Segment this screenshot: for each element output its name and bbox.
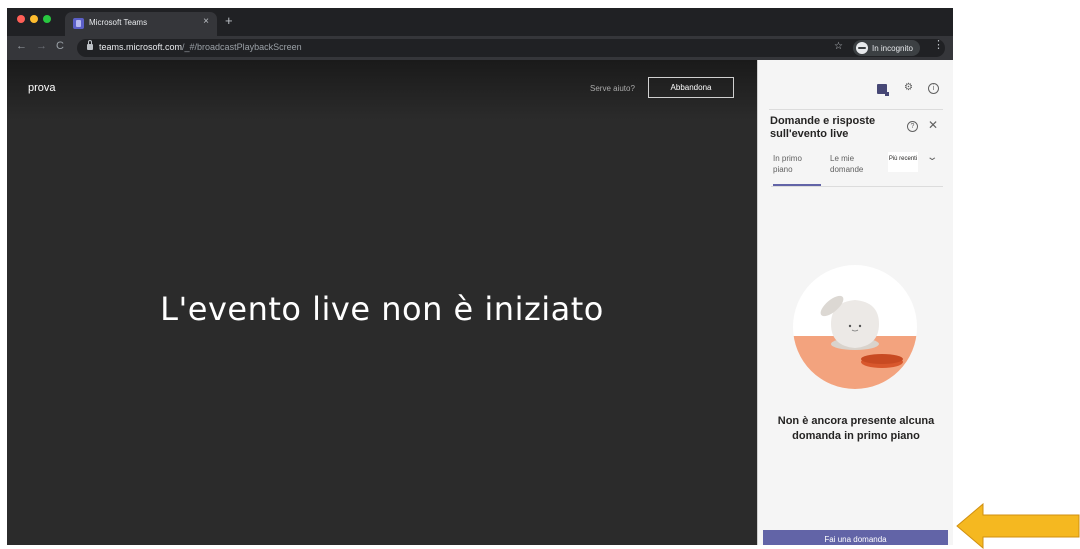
forward-icon[interactable]: →: [36, 40, 47, 52]
help-link[interactable]: Serve aiuto?: [590, 84, 635, 93]
minimize-window-button[interactable]: [30, 15, 38, 23]
help-icon[interactable]: ?: [907, 121, 918, 132]
tab-divider: [771, 186, 943, 187]
teams-favicon-icon: [73, 18, 84, 29]
new-tab-button[interactable]: +: [225, 13, 233, 28]
yellow-arrow-annotation: [956, 503, 1080, 549]
close-window-button[interactable]: [17, 15, 25, 23]
tab-my-questions[interactable]: Le mie domande: [830, 153, 880, 175]
maximize-window-button[interactable]: [43, 15, 51, 23]
qna-panel: ⚙ i Domande e risposte sull'evento live …: [757, 60, 953, 545]
chevron-down-icon[interactable]: ⌄: [926, 152, 938, 163]
reload-icon[interactable]: C: [56, 40, 64, 52]
browser-window: Microsoft Teams × + ← → C teams.microsof…: [7, 8, 953, 545]
incognito-indicator[interactable]: In incognito: [853, 40, 920, 56]
url-text: teams.microsoft.com/_#/broadcastPlayback…: [99, 42, 302, 52]
info-icon[interactable]: i: [928, 83, 939, 94]
empty-state-illustration: [793, 265, 917, 389]
close-icon[interactable]: ✕: [928, 118, 938, 132]
stage-header: [7, 60, 757, 120]
tab-close-icon[interactable]: ×: [203, 16, 209, 27]
lock-icon: [87, 40, 93, 50]
tab-title: Microsoft Teams: [89, 18, 148, 27]
star-icon[interactable]: ☆: [834, 41, 843, 52]
tab-featured[interactable]: In primo piano: [773, 153, 823, 175]
incognito-label: In incognito: [872, 43, 913, 53]
sort-dropdown[interactable]: Più recenti: [888, 152, 918, 172]
panel-divider: [769, 109, 943, 110]
url-path: /_#/broadcastPlaybackScreen: [182, 42, 302, 52]
toolbar: ← → C teams.microsoft.com/_#/broadcastPl…: [7, 36, 953, 60]
tab-bar: Microsoft Teams × +: [7, 8, 953, 36]
qna-icon[interactable]: [877, 84, 889, 96]
empty-state-message: Non è ancora presente alcuna domanda in …: [777, 415, 935, 442]
teams-page: prova Serve aiuto? Abbandona L'evento li…: [7, 60, 953, 545]
address-bar[interactable]: teams.microsoft.com/_#/broadcastPlayback…: [77, 39, 945, 57]
gear-icon[interactable]: ⚙: [904, 82, 913, 93]
event-title: prova: [28, 82, 56, 94]
menu-icon[interactable]: ⋮: [933, 38, 944, 51]
back-icon[interactable]: ←: [16, 40, 27, 52]
leave-button[interactable]: Abbandona: [648, 77, 734, 98]
video-stage: prova Serve aiuto? Abbandona L'evento li…: [7, 60, 757, 545]
url-host: teams.microsoft.com: [99, 42, 183, 52]
event-status-message: L'evento live non è iniziato: [160, 290, 604, 328]
qna-title: Domande e risposte sull'evento live: [770, 115, 876, 140]
ask-question-button[interactable]: Fai una domanda: [763, 530, 948, 545]
incognito-icon: [856, 42, 868, 54]
browser-tab[interactable]: Microsoft Teams ×: [65, 12, 217, 36]
screenshot-root: Microsoft Teams × + ← → C teams.microsof…: [0, 0, 1080, 549]
